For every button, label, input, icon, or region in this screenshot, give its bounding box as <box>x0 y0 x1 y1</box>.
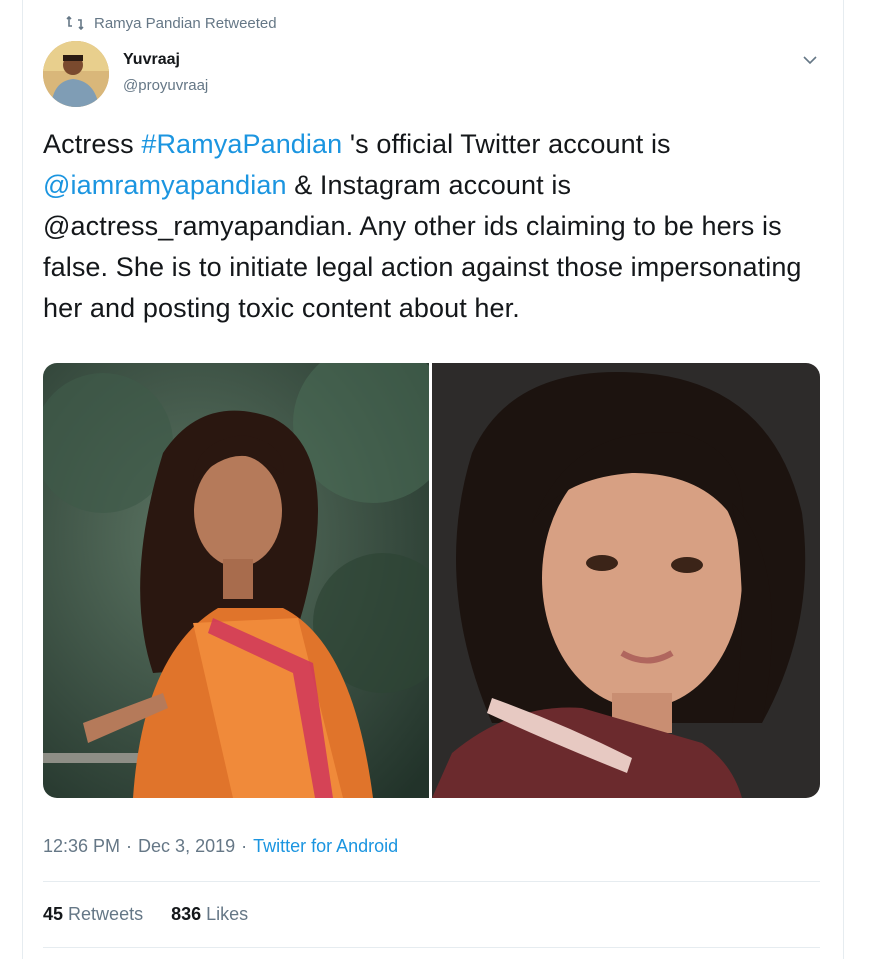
tweet-text-segment: 's official Twitter account is <box>342 129 671 159</box>
tweet-date[interactable]: Dec 3, 2019 <box>138 836 235 857</box>
tweet-text-segment: Actress <box>43 129 142 159</box>
likes-count: 836 <box>171 904 202 924</box>
author-block[interactable]: Yuvraaj @proyuvraaj <box>123 50 208 96</box>
divider <box>43 881 820 882</box>
retweet-context-label: Ramya Pandian Retweeted <box>94 14 277 32</box>
tweet-link[interactable]: @iamramyapandian <box>43 170 287 200</box>
author-handle[interactable]: @proyuvraaj <box>123 76 208 96</box>
retweet-context[interactable]: Ramya Pandian Retweeted <box>66 12 277 34</box>
retweets-label: Retweets <box>68 904 144 924</box>
meta-separator: · <box>126 836 133 856</box>
retweets-count: 45 <box>43 904 64 924</box>
likes-stat[interactable]: 836 Likes <box>171 904 248 925</box>
avatar[interactable] <box>43 41 109 107</box>
author-name[interactable]: Yuvraaj <box>123 50 208 70</box>
media-grid[interactable] <box>43 363 820 798</box>
retweets-stat[interactable]: 45 Retweets <box>43 904 143 925</box>
tweet-text: Actress #RamyaPandian 's official Twitte… <box>43 124 833 329</box>
photo-right[interactable] <box>432 363 820 798</box>
likes-label: Likes <box>206 904 249 924</box>
tweet-stats: 45 Retweets 836 Likes <box>43 904 248 925</box>
meta-separator: · <box>241 836 248 856</box>
chevron-down-icon[interactable] <box>800 50 820 70</box>
divider <box>43 947 820 948</box>
tweet-source[interactable]: Twitter for Android <box>253 836 398 857</box>
retweet-icon <box>66 16 94 30</box>
tweet-time[interactable]: 12:36 PM <box>43 836 120 857</box>
photo-left[interactable] <box>43 363 432 798</box>
tweet-meta: 12:36 PM · Dec 3, 2019 · Twitter for And… <box>43 836 398 857</box>
tweet-link[interactable]: #RamyaPandian <box>141 129 342 159</box>
